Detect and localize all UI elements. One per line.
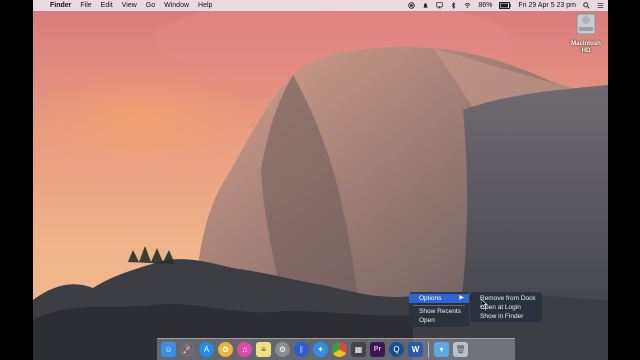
dock-photos-icon[interactable]: ✿ — [218, 342, 233, 357]
dock-clapper-icon[interactable]: ▦ — [351, 342, 366, 357]
notification-icon[interactable] — [422, 2, 429, 9]
dock-downloads-folder-icon[interactable]: ▾ — [434, 342, 449, 357]
notification-center-icon[interactable] — [597, 2, 604, 9]
wifi-icon[interactable] — [464, 2, 471, 9]
dock-word-icon[interactable]: W — [408, 342, 423, 357]
bluetooth-icon[interactable] — [450, 2, 457, 9]
dock-context-menu: Options ▶ Show Recents Open — [409, 292, 469, 327]
menu-edit[interactable]: Edit — [101, 0, 113, 11]
battery-icon[interactable] — [499, 2, 512, 9]
airplay-icon[interactable] — [436, 2, 444, 9]
macintosh-hd[interactable]: Macintosh HD — [568, 12, 604, 55]
clock[interactable]: Fri 29 Apr 5 23 pm — [518, 0, 576, 11]
menu-file[interactable]: File — [80, 0, 91, 11]
menu-item-options[interactable]: Options ▶ — [409, 294, 469, 303]
dock: ☺ 🚀 A ✿ ♫ ≡ ⚙ ᛒ ✦ ▦ Pr Q W ▾ 🗑 — [157, 338, 515, 360]
dock-app-store-icon[interactable]: A — [199, 342, 214, 357]
spotlight-search-icon[interactable] — [583, 2, 590, 9]
menu-window[interactable]: Window — [164, 0, 189, 11]
menu-bar: Finder File Edit View Go Window Help 86% — [33, 0, 608, 11]
dock-finder-icon[interactable]: ☺ — [161, 342, 176, 357]
menu-item-open[interactable]: Open — [409, 316, 469, 325]
dock-notes-icon[interactable]: ≡ — [256, 342, 271, 357]
submenu-arrow-icon: ▶ — [459, 295, 464, 301]
dock-system-preferences-icon[interactable]: ⚙ — [275, 342, 290, 357]
record-icon[interactable] — [408, 2, 416, 9]
dock-separator — [428, 341, 429, 358]
dock-quicktime-icon[interactable]: Q — [389, 342, 404, 357]
battery-percent[interactable]: 86% — [478, 0, 492, 11]
dock-bluetooth-icon[interactable]: ᛒ — [294, 342, 309, 357]
menu-view[interactable]: View — [122, 0, 137, 11]
desktop-screen: Finder File Edit View Go Window Help 86% — [33, 0, 608, 360]
menu-help[interactable]: Help — [198, 0, 212, 11]
dock-launchpad-icon[interactable]: 🚀 — [180, 342, 195, 357]
disk-label-line2: HD — [581, 48, 591, 54]
dock-premiere-icon[interactable]: Pr — [370, 342, 385, 357]
menu-divider — [413, 305, 465, 306]
hard-drive-icon — [576, 13, 596, 35]
dock-trash-icon[interactable]: 🗑 — [453, 342, 468, 357]
menu-item-show-in-finder[interactable]: Show in Finder — [470, 312, 542, 321]
dock-itunes-icon[interactable]: ♫ — [237, 342, 252, 357]
menu-item-show-recents[interactable]: Show Recents — [409, 307, 469, 316]
mouse-pointer-icon — [481, 299, 488, 309]
menu-finder[interactable]: Finder — [50, 0, 71, 11]
status-area: 86% Fri 29 Apr 5 23 pm — [408, 0, 604, 11]
dock-chrome-icon[interactable] — [332, 342, 347, 357]
menu-go[interactable]: Go — [146, 0, 155, 11]
menu-item-options-label: Options — [419, 295, 442, 302]
dock-safari-icon[interactable]: ✦ — [313, 342, 328, 357]
disk-label-line1: Macintosh — [571, 41, 601, 47]
